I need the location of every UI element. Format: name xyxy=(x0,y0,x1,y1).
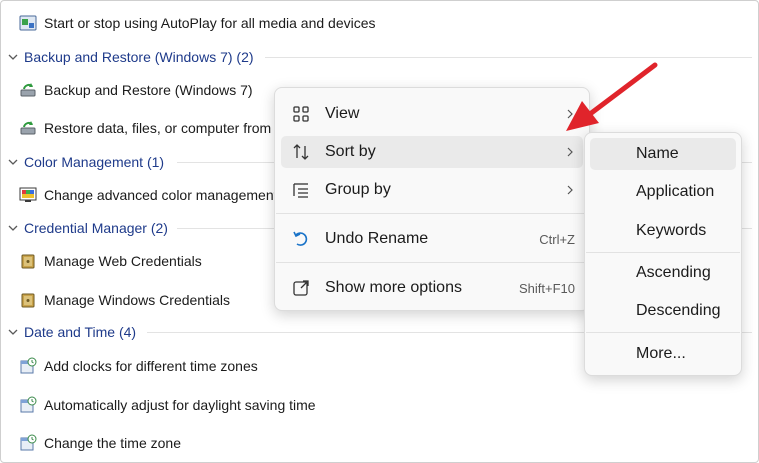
grid-icon xyxy=(293,106,309,122)
submenu-item-label: Ascending xyxy=(636,264,711,281)
context-menu: View Sort by Group by Undo Rename Ctrl+Z xyxy=(274,87,590,311)
submenu-item-more[interactable]: More... xyxy=(590,338,736,370)
chevron-right-icon xyxy=(567,147,573,157)
list-item[interactable]: Backup and Restore (Windows 7) xyxy=(19,79,253,101)
chevron-right-icon xyxy=(567,109,573,119)
submenu-item-label: Keywords xyxy=(636,222,707,239)
submenu-item-keywords[interactable]: Keywords xyxy=(590,215,736,247)
chevron-down-icon xyxy=(8,54,18,60)
credential-vault-icon xyxy=(21,293,35,308)
menu-item-label: Show more options xyxy=(325,279,462,296)
menu-shortcut: Ctrl+Z xyxy=(539,231,575,247)
list-item[interactable]: Restore data, files, or computer from xyxy=(19,117,271,139)
submenu-item-application[interactable]: Application xyxy=(590,176,736,208)
list-item[interactable]: Change the time zone xyxy=(19,432,181,454)
list-item-label: Backup and Restore (Windows 7) xyxy=(44,82,253,98)
clock-calendar-icon xyxy=(20,396,37,413)
list-group-icon xyxy=(293,183,308,198)
chevron-down-icon xyxy=(8,159,18,165)
list-item-label: Restore data, files, or computer from xyxy=(44,120,272,136)
list-item-label: Add clocks for different time zones xyxy=(44,358,258,374)
open-external-icon xyxy=(293,280,309,296)
menu-item-label: View xyxy=(325,105,360,122)
group-divider xyxy=(265,57,752,58)
group-header-label: Date and Time (4) xyxy=(24,324,137,340)
list-item-label: Manage Windows Credentials xyxy=(44,292,230,308)
list-item[interactable]: Add clocks for different time zones xyxy=(19,355,258,377)
menu-item-label: Undo Rename xyxy=(325,230,429,247)
list-item[interactable]: Manage Web Credentials xyxy=(19,250,202,272)
clock-calendar-icon xyxy=(20,434,37,451)
list-item-label: Automatically adjust for daylight saving… xyxy=(44,397,316,413)
color-management-icon xyxy=(19,187,37,202)
list-item-label: Change the time zone xyxy=(44,435,181,451)
list-item[interactable]: Change advanced color management xyxy=(19,184,278,206)
chevron-down-icon xyxy=(8,225,18,231)
list-item-label: Manage Web Credentials xyxy=(44,253,202,269)
credential-vault-icon xyxy=(21,254,35,269)
menu-separator xyxy=(586,252,740,253)
submenu-item-label: Name xyxy=(636,145,679,162)
menu-item-label: Group by xyxy=(325,181,391,198)
backup-restore-icon xyxy=(20,83,36,97)
sort-by-submenu: Name Application Keywords Ascending Desc… xyxy=(584,132,742,376)
menu-separator xyxy=(586,332,740,333)
list-item[interactable]: Manage Windows Credentials xyxy=(19,289,230,311)
backup-restore-icon xyxy=(20,121,36,135)
submenu-item-name[interactable]: Name xyxy=(590,138,736,170)
sort-arrows-icon xyxy=(293,144,309,160)
undo-icon xyxy=(293,231,308,246)
autoplay-icon xyxy=(19,15,37,31)
submenu-item-ascending[interactable]: Ascending xyxy=(590,257,736,289)
group-header-label: Backup and Restore (Windows 7) (2) xyxy=(24,49,254,65)
menu-item-label: Sort by xyxy=(325,143,376,160)
submenu-item-label: Application xyxy=(636,183,715,200)
list-item[interactable]: Start or stop using AutoPlay for all med… xyxy=(19,12,376,34)
list-item[interactable]: Automatically adjust for daylight saving… xyxy=(19,394,316,416)
menu-item-sort-by[interactable]: Sort by xyxy=(281,136,583,168)
chevron-right-icon xyxy=(567,185,573,195)
list-item-label: Change advanced color management xyxy=(44,187,278,203)
group-header-backup[interactable]: Backup and Restore (Windows 7) (2) xyxy=(7,47,752,67)
submenu-item-label: Descending xyxy=(636,302,721,319)
menu-shortcut: Shift+F10 xyxy=(518,280,575,296)
menu-item-undo-rename[interactable]: Undo Rename Ctrl+Z xyxy=(281,223,583,255)
clock-calendar-icon xyxy=(20,357,37,374)
menu-item-group-by[interactable]: Group by xyxy=(281,174,583,206)
menu-item-view[interactable]: View xyxy=(281,98,583,130)
list-item-label: Start or stop using AutoPlay for all med… xyxy=(44,15,376,31)
menu-separator xyxy=(276,262,588,263)
chevron-down-icon xyxy=(8,329,18,335)
group-header-label: Credential Manager (2) xyxy=(24,220,168,236)
menu-separator xyxy=(276,213,588,214)
submenu-item-label: More... xyxy=(636,345,686,362)
group-header-label: Color Management (1) xyxy=(24,154,165,170)
submenu-item-descending[interactable]: Descending xyxy=(590,295,736,327)
menu-item-show-more-options[interactable]: Show more options Shift+F10 xyxy=(281,272,583,304)
